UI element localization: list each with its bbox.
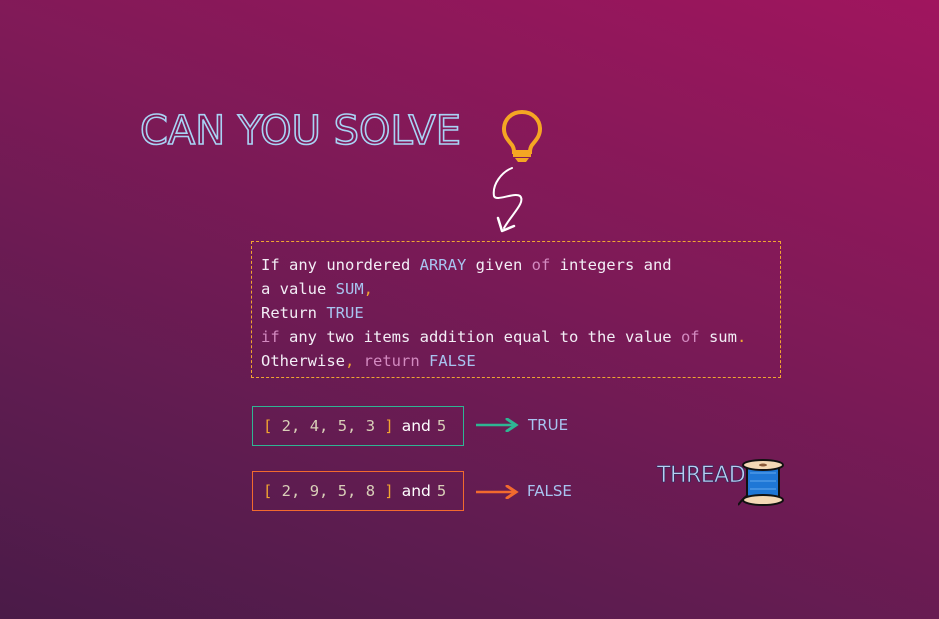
- green-arrow-icon: [476, 418, 519, 432]
- code-token: FALSE: [419, 352, 476, 370]
- text-token: any two items addition equal to the valu…: [279, 328, 681, 346]
- close-bracket: ]: [375, 482, 394, 500]
- code-token: .: [736, 328, 747, 346]
- example-true: [ 2, 4, 5, 3 ] and 5: [252, 406, 464, 446]
- comma: ,: [319, 417, 338, 435]
- comma: ,: [291, 417, 310, 435]
- code-token: of: [531, 256, 551, 274]
- close-bracket: ]: [375, 417, 394, 435]
- code-token: ,: [345, 352, 355, 370]
- text-token: If any unordered: [261, 256, 420, 274]
- and-label: and: [401, 417, 431, 435]
- result-false: FALSE: [527, 482, 572, 500]
- open-bracket: [: [263, 417, 282, 435]
- problem-line: a value SUM,: [261, 277, 771, 301]
- code-token: ,: [363, 280, 373, 298]
- array-item: 2: [281, 482, 292, 500]
- and-label: and: [401, 482, 431, 500]
- array-item: 9: [309, 482, 320, 500]
- comma: ,: [347, 482, 366, 500]
- problem-statement: If any unordered ARRAY given of integers…: [251, 241, 781, 378]
- text-token: integers and: [550, 256, 672, 274]
- result-true: TRUE: [528, 416, 569, 434]
- array-item: 8: [365, 482, 376, 500]
- array-item: 5: [337, 417, 348, 435]
- thread-label: THREAD: [657, 463, 746, 489]
- code-token: of: [680, 328, 700, 346]
- text-token: given: [466, 256, 532, 274]
- problem-line: if any two items addition equal to the v…: [261, 325, 771, 349]
- page-title: CAN YOU SOLVE: [139, 107, 462, 155]
- example-false: [ 2, 9, 5, 8 ] and 5: [252, 471, 464, 511]
- lightbulb-icon: [501, 109, 543, 162]
- spool-of-thread-icon: [738, 459, 784, 506]
- comma: ,: [347, 417, 366, 435]
- array-item: 3: [365, 417, 376, 435]
- problem-line: Otherwise, return FALSE: [261, 349, 771, 373]
- code-token: return: [354, 352, 420, 370]
- text-token: sum: [699, 328, 737, 346]
- problem-line: If any unordered ARRAY given of integers…: [261, 253, 771, 277]
- array-item: 2: [281, 417, 292, 435]
- comma: ,: [319, 482, 338, 500]
- sum-value: 5: [436, 417, 447, 435]
- text-token: Return: [261, 304, 327, 322]
- problem-line: Return TRUE: [261, 301, 771, 325]
- code-token: if: [261, 328, 280, 346]
- code-token: SUM: [335, 280, 364, 298]
- text-token: Otherwise: [261, 352, 345, 370]
- squiggle-arrow-icon: [492, 167, 523, 233]
- orange-arrow-icon: [476, 485, 519, 499]
- open-bracket: [: [263, 482, 282, 500]
- code-token: ARRAY: [419, 256, 467, 274]
- sum-value: 5: [436, 482, 447, 500]
- array-item: 5: [337, 482, 348, 500]
- text-token: a value: [261, 280, 336, 298]
- code-token: TRUE: [326, 304, 364, 322]
- comma: ,: [291, 482, 310, 500]
- array-item: 4: [309, 417, 320, 435]
